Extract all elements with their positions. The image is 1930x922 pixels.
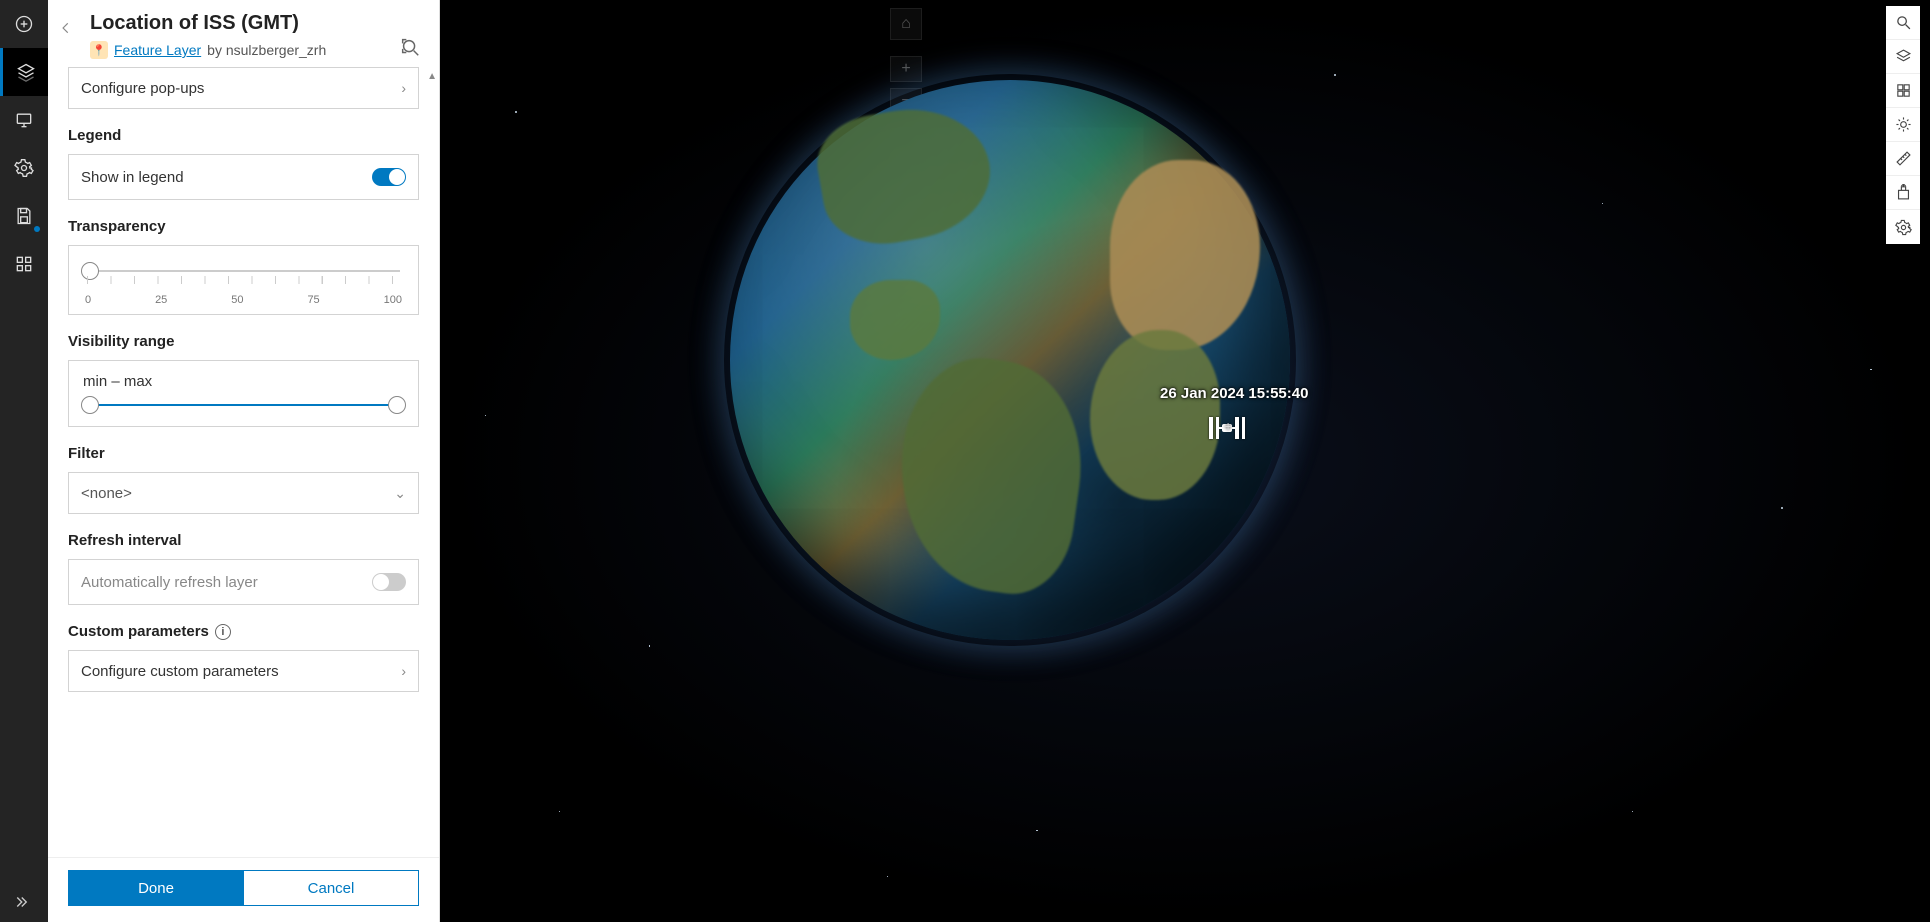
visibility-range: min – max — [68, 360, 419, 427]
chevron-down-icon: ⌄ — [394, 485, 406, 502]
cancel-button[interactable]: Cancel — [244, 870, 419, 906]
transparency-section-label: Transparency — [68, 218, 419, 235]
panel-header: Location of ISS (GMT) 📍 Feature Layer by… — [48, 0, 439, 67]
scroll-up-icon[interactable]: ▲ — [427, 71, 437, 82]
rail-expand[interactable] — [0, 882, 48, 922]
panel-body[interactable]: ▲ Configure pop-ups › Legend Show in leg… — [48, 67, 439, 857]
configure-popups-label: Configure pop-ups — [81, 80, 204, 97]
rail-apps[interactable] — [0, 240, 48, 288]
scene-view[interactable]: ⌂ + − ✥ ⟲ ▲ 26 Jan 2024 15:55:40 + — [440, 0, 1930, 922]
globe[interactable] — [730, 80, 1290, 640]
left-toolbar — [0, 0, 48, 922]
show-in-legend-toggle[interactable] — [372, 168, 406, 186]
transparency-track[interactable] — [87, 270, 400, 272]
visibility-track[interactable] — [89, 404, 398, 406]
daylight-button[interactable] — [1886, 108, 1920, 142]
rail-add-content[interactable] — [0, 0, 48, 48]
auto-refresh-row: Automatically refresh layer — [68, 559, 419, 605]
visibility-thumb-min[interactable] — [81, 396, 99, 414]
visibility-thumb-max[interactable] — [388, 396, 406, 414]
panel-title: Location of ISS (GMT) — [90, 12, 419, 35]
visibility-section-label: Visibility range — [68, 333, 419, 350]
chevron-right-icon: › — [401, 80, 406, 96]
crosshair-icon: + — [1224, 418, 1232, 434]
visibility-minmax-label: min – max — [83, 373, 404, 390]
custom-section-label: Custom parameters i — [68, 623, 419, 640]
chevron-right-icon: › — [401, 663, 406, 679]
basemap-button[interactable] — [1886, 74, 1920, 108]
rail-presentation[interactable] — [0, 96, 48, 144]
filter-select[interactable]: <none> ⌄ — [68, 472, 419, 514]
panel-subtitle: 📍 Feature Layer by nsulzberger_zrh — [90, 41, 419, 59]
panel-footer: Done Cancel — [48, 857, 439, 922]
iss-timestamp-label: 26 Jan 2024 15:55:40 — [1160, 385, 1308, 402]
auto-refresh-toggle[interactable] — [372, 573, 406, 591]
zoom-to-layer-icon[interactable] — [399, 36, 421, 58]
transparency-ticks: 0 25 50 75 100 — [83, 294, 404, 306]
zoom-in-button[interactable]: + — [890, 56, 922, 82]
show-in-legend-label: Show in legend — [81, 169, 184, 186]
by-label: by nsulzberger_zrh — [207, 42, 326, 58]
layers-button[interactable] — [1886, 40, 1920, 74]
configure-custom-params-label: Configure custom parameters — [81, 663, 279, 680]
back-button[interactable] — [56, 18, 76, 38]
rail-save[interactable] — [0, 192, 48, 240]
right-toolbar — [1886, 6, 1920, 244]
transparency-slider: 0 25 50 75 100 — [68, 245, 419, 315]
measure-button[interactable] — [1886, 142, 1920, 176]
info-icon[interactable]: i — [215, 624, 231, 640]
show-in-legend-row: Show in legend — [68, 154, 419, 200]
search-button[interactable] — [1886, 6, 1920, 40]
rail-layers[interactable] — [0, 48, 48, 96]
refresh-section-label: Refresh interval — [68, 532, 419, 549]
transparency-tick-grid — [87, 276, 400, 284]
layer-properties-panel: Location of ISS (GMT) 📍 Feature Layer by… — [48, 0, 440, 922]
configure-custom-params-row[interactable]: Configure custom parameters › — [68, 650, 419, 692]
done-button[interactable]: Done — [68, 870, 244, 906]
home-button[interactable]: ⌂ — [890, 8, 922, 40]
layer-type-link[interactable]: Feature Layer — [114, 42, 201, 58]
auto-refresh-label: Automatically refresh layer — [81, 574, 258, 591]
rail-settings[interactable] — [0, 144, 48, 192]
filter-section-label: Filter — [68, 445, 419, 462]
configure-popups-row[interactable]: Configure pop-ups › — [68, 67, 419, 109]
scene-settings-button[interactable] — [1886, 210, 1920, 244]
legend-section-label: Legend — [68, 127, 419, 144]
filter-value: <none> — [81, 485, 132, 502]
feature-layer-icon: 📍 — [90, 41, 108, 59]
share-button[interactable] — [1886, 176, 1920, 210]
